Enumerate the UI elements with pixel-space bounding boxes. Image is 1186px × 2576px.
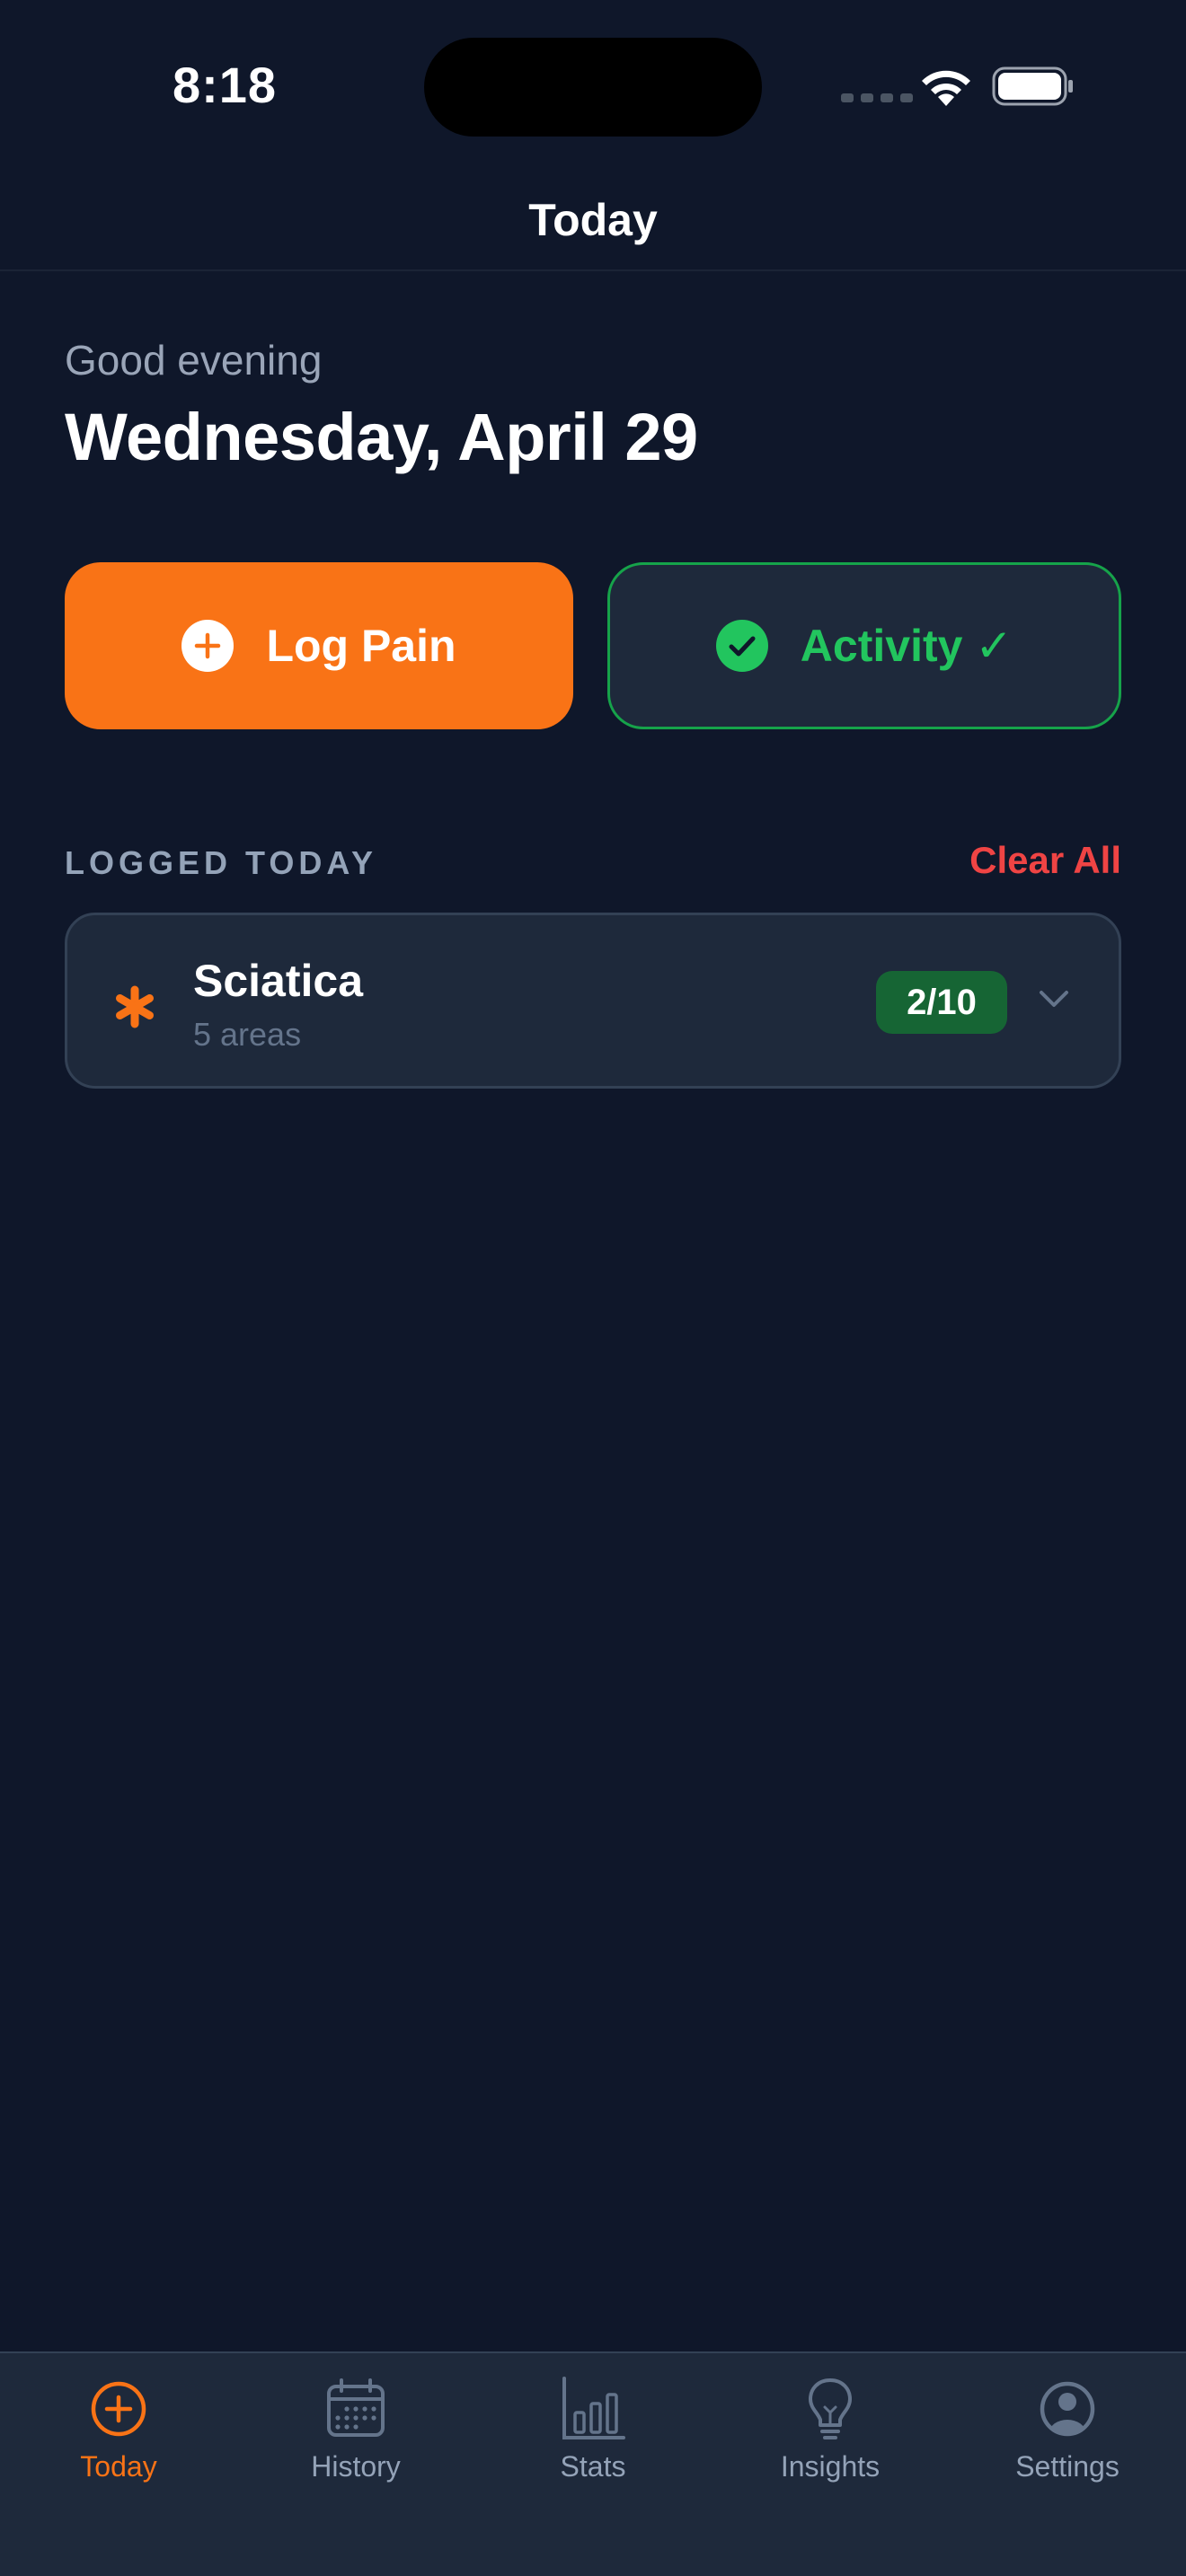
chevron-down-icon[interactable]: [1036, 985, 1072, 1012]
pain-entry-card[interactable]: Sciatica 5 areas 2/10: [65, 913, 1121, 1089]
calendar-icon: [327, 2378, 385, 2437]
bar-chart-icon: [562, 2377, 625, 2439]
activity-label: Activity ✓: [800, 621, 1013, 671]
tab-insights[interactable]: Insights: [712, 2375, 949, 2501]
navigation-header: Today: [0, 171, 1186, 271]
activity-button[interactable]: Activity ✓: [607, 562, 1121, 729]
asterisk-icon: [112, 975, 157, 1028]
page-title: Today: [528, 195, 658, 245]
pain-score-badge: 2/10: [876, 971, 1007, 1034]
tab-stats[interactable]: Stats: [474, 2375, 712, 2501]
tab-bar: Today History Stats Insights Settings: [0, 2351, 1186, 2576]
section-title-logged-today: LOGGED TODAY: [65, 844, 378, 881]
tab-label: History: [311, 2450, 401, 2483]
status-bar: 8:18: [0, 0, 1186, 171]
entry-name: Sciatica: [193, 956, 364, 1006]
battery-icon: [992, 66, 1073, 106]
lightbulb-icon: [809, 2378, 852, 2439]
wifi-icon: [922, 70, 970, 106]
tab-label: Today: [80, 2450, 157, 2483]
check-circle-icon: [715, 620, 768, 672]
tab-label: Insights: [780, 2450, 881, 2483]
person-circle-icon: [1040, 2381, 1095, 2437]
tab-label: Stats: [560, 2450, 626, 2483]
entry-areas-count: 5 areas: [193, 1016, 302, 1053]
clear-all-button[interactable]: Clear All: [969, 839, 1121, 882]
tab-label: Settings: [1015, 2450, 1120, 2483]
tab-history[interactable]: History: [237, 2375, 474, 2501]
tab-settings[interactable]: Settings: [949, 2375, 1186, 2501]
status-time: 8:18: [172, 57, 278, 113]
log-pain-button[interactable]: Log Pain: [65, 562, 573, 729]
greeting-text: Good evening: [65, 337, 323, 384]
plus-circle-icon: [91, 2381, 146, 2437]
date-heading: Wednesday, April 29: [65, 400, 698, 474]
dynamic-island: [424, 38, 762, 137]
cellular-signal-icon: [841, 93, 913, 102]
today-screen: 8:18 Today Good evening Wednesday, April…: [0, 0, 1186, 2576]
tab-today[interactable]: Today: [0, 2375, 237, 2501]
plus-circle-icon: [181, 620, 235, 672]
log-pain-label: Log Pain: [266, 621, 456, 671]
